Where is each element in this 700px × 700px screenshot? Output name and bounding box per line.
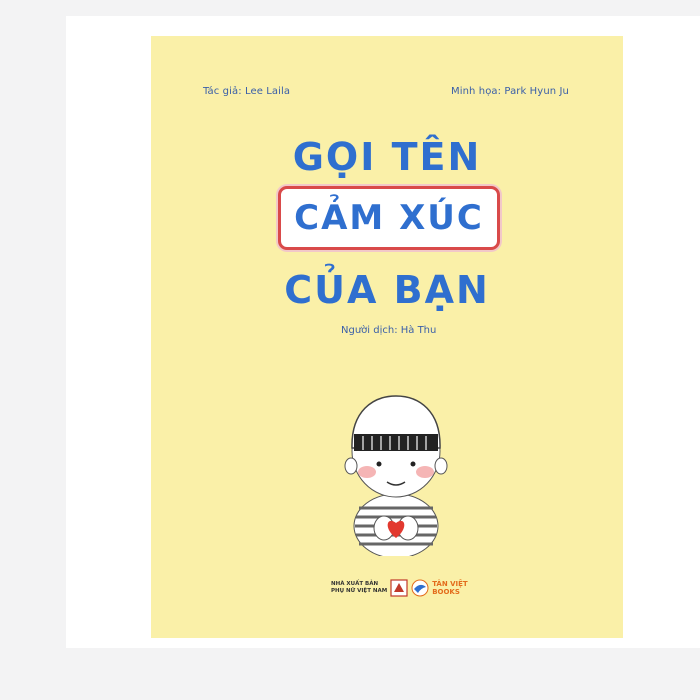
child-illustration — [344, 395, 448, 556]
title-highlight-box: CẢM XÚC — [278, 186, 500, 250]
imprint-logo-icon — [411, 579, 429, 597]
title-line-1: GỌI TÊN — [292, 135, 482, 179]
book-cover: Tác giả: Lee Laila Minh họa: Park Hyun J… — [151, 36, 623, 638]
title-line-3: CỦA BẠN — [284, 268, 490, 312]
illustrator-credit: Minh họa: Park Hyun Ju — [451, 86, 569, 97]
imprint-name: TÂN VIỆT BOOKS — [432, 580, 468, 596]
publisher-logo-icon — [390, 579, 408, 597]
publisher-line-2: PHỤ NỮ VIỆT NAM — [331, 588, 388, 594]
title-line-2: CẢM XÚC — [294, 198, 484, 238]
imprint-line-1: TÂN VIỆT — [432, 580, 468, 588]
publisher-name: NHÀ XUẤT BẢN PHỤ NỮ VIỆT NAM — [331, 581, 387, 595]
translator-credit: Người dịch: Hà Thu — [341, 325, 437, 336]
publisher-line-1: NHÀ XUẤT BẢN — [331, 581, 379, 587]
author-credit: Tác giả: Lee Laila — [203, 86, 291, 97]
imprint-line-2: BOOKS — [432, 588, 460, 596]
publisher-logos: NHÀ XUẤT BẢN PHỤ NỮ VIỆT NAM TÂN VIỆT BO… — [331, 579, 468, 597]
